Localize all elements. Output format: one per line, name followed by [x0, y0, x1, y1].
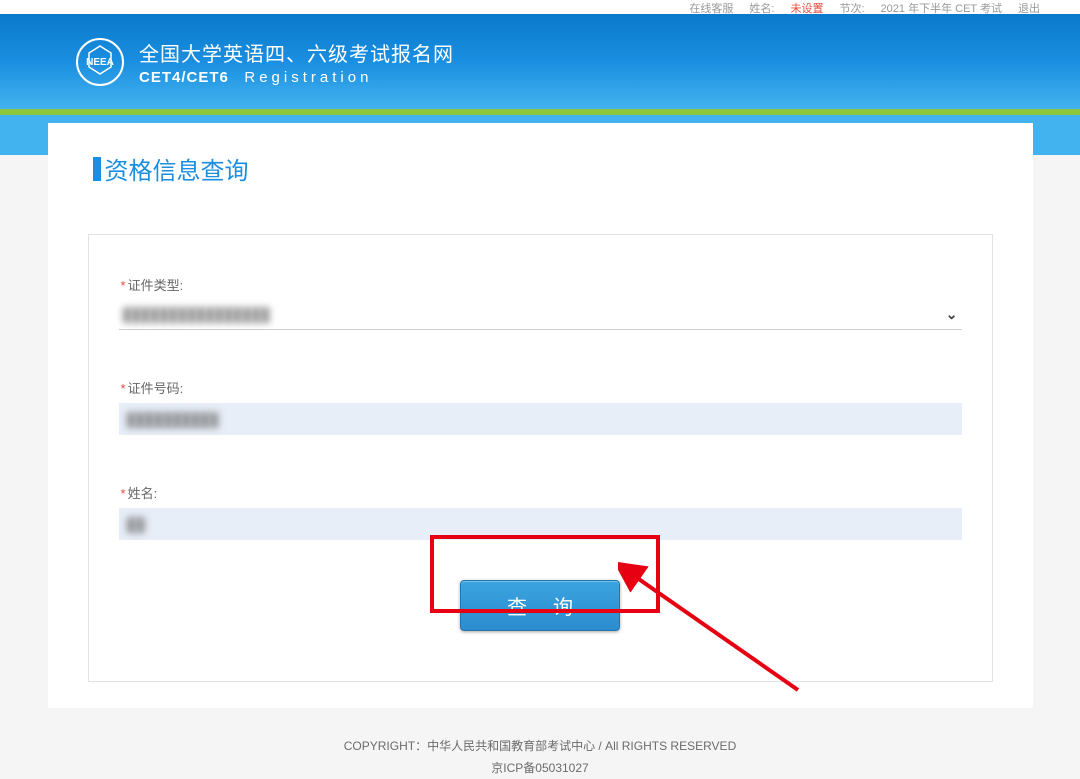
page-footer: COPYRIGHT：中华人民共和国教育部考试中心 / All RIGHTS RE…: [0, 736, 1080, 779]
id-number-group: *证件号码: ██████████: [119, 378, 962, 435]
id-type-label: *证件类型:: [119, 275, 962, 294]
site-title-cn: 全国大学英语四、六级考试报名网: [139, 38, 454, 67]
main-card: 资格信息查询 *证件类型: ████████████████ ⌄ *证件号码:: [48, 123, 1033, 708]
id-number-input[interactable]: ██████████: [119, 403, 962, 435]
name-input[interactable]: ██: [119, 508, 962, 540]
id-type-value: ████████████████: [123, 307, 270, 322]
site-title-en-right: Registration: [244, 69, 372, 86]
site-logo-icon: NEEA: [75, 37, 125, 87]
id-number-value: ██████████: [127, 412, 219, 427]
footer-copyright: COPYRIGHT：中华人民共和国教育部考试中心 / All RIGHTS RE…: [0, 736, 1080, 758]
header-banner: NEEA 全国大学英语四、六级考试报名网 CET4/CET6 Registrat…: [0, 14, 1080, 109]
footer-icp: 京ICP备05031027: [0, 758, 1080, 779]
top-utility-bar: 在线客服 姓名: 未设置 节次: 2021 年下半年 CET 考试 退出: [0, 0, 1080, 14]
site-title-en-left: CET4/CET6: [139, 69, 229, 86]
chevron-down-icon: ⌄: [946, 306, 958, 323]
page-title: 资格信息查询: [93, 151, 993, 186]
id-number-label: *证件号码:: [119, 378, 962, 397]
name-value: ██: [127, 517, 145, 532]
svg-text:NEEA: NEEA: [86, 57, 114, 68]
name-label: *姓名:: [119, 483, 962, 502]
id-type-select[interactable]: ████████████████ ⌄: [119, 300, 962, 330]
id-type-group: *证件类型: ████████████████ ⌄: [119, 275, 962, 330]
form-container: *证件类型: ████████████████ ⌄ *证件号码: ███████…: [88, 234, 993, 682]
query-button[interactable]: 查询: [460, 580, 620, 631]
name-group: *姓名: ██: [119, 483, 962, 540]
